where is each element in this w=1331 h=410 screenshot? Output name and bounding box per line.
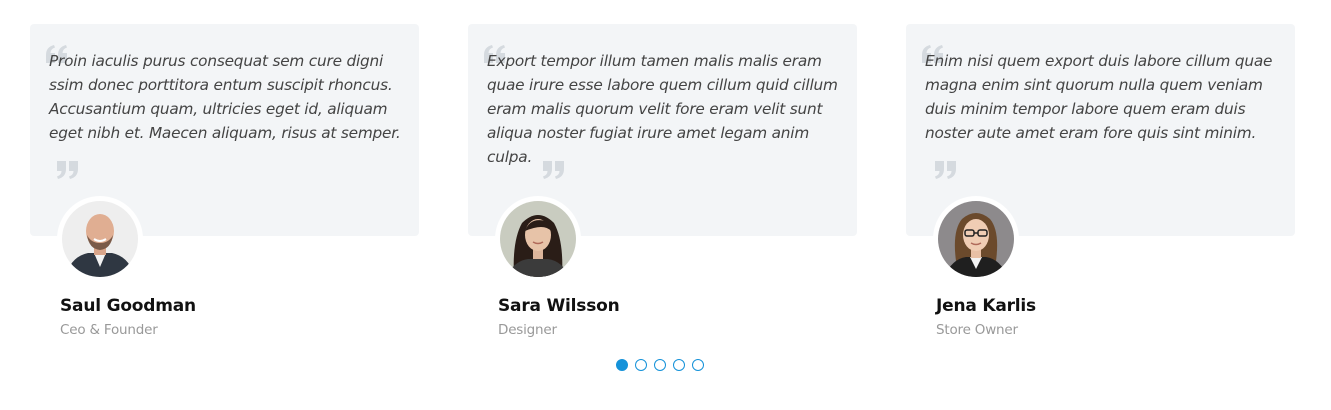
quote-right-icon bbox=[56, 161, 78, 179]
pagination-dot-1[interactable] bbox=[616, 359, 628, 371]
testimonial-quote-text: Export tempor illum tamen malis malis er… bbox=[487, 52, 838, 166]
testimonial-role: Store Owner bbox=[936, 322, 1018, 338]
pagination-dot-3[interactable] bbox=[654, 359, 666, 371]
testimonial-name: Jena Karlis bbox=[936, 296, 1036, 316]
quote-right-icon bbox=[542, 161, 564, 179]
pagination-dot-5[interactable] bbox=[692, 359, 704, 371]
slider-pagination bbox=[616, 359, 704, 371]
testimonial-quote-text: Enim nisi quem export duis labore cillum… bbox=[925, 52, 1273, 142]
testimonial-name: Saul Goodman bbox=[60, 296, 196, 316]
avatar bbox=[57, 196, 143, 282]
testimonial-role: Designer bbox=[498, 322, 557, 338]
avatar bbox=[495, 196, 581, 282]
testimonial-name: Sara Wilsson bbox=[498, 296, 620, 316]
testimonials-slider: Proin iaculis purus consequat sem cure d… bbox=[0, 0, 1331, 410]
pagination-dot-2[interactable] bbox=[635, 359, 647, 371]
testimonial-role: Ceo & Founder bbox=[60, 322, 158, 338]
quote-right-icon bbox=[934, 161, 956, 179]
testimonial-quote-text: Proin iaculis purus consequat sem cure d… bbox=[49, 52, 401, 142]
avatar bbox=[933, 196, 1019, 282]
pagination-dot-4[interactable] bbox=[673, 359, 685, 371]
